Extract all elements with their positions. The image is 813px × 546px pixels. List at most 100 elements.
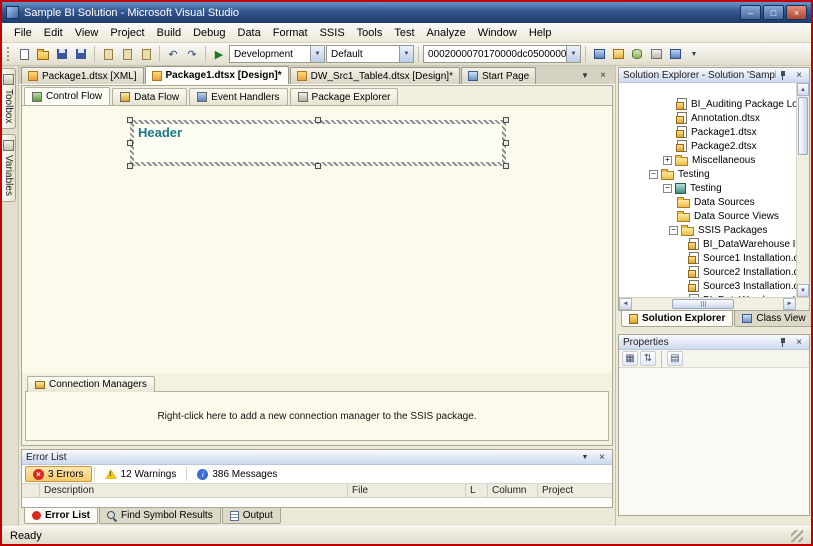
connection-managers-panel[interactable]: Right-click here to add a new connection… [25, 391, 609, 441]
tab-output[interactable]: Output [222, 508, 281, 524]
menu-data[interactable]: Data [232, 25, 267, 41]
pin-icon[interactable] [776, 69, 788, 81]
warnings-filter-button[interactable]: 12 Warnings [97, 466, 185, 482]
horizontal-scroll-thumb[interactable] [672, 299, 734, 309]
tree-item-data-source-views[interactable]: Data Source Views [619, 209, 796, 223]
resize-handle-n[interactable] [315, 117, 321, 123]
toolbox-tab[interactable]: Toolbox [2, 68, 16, 129]
start-debugging-button[interactable]: ▶ [210, 45, 228, 63]
menu-help[interactable]: Help [523, 25, 558, 41]
toolbar-options-button[interactable]: ▼ [685, 45, 703, 63]
severity-column-header[interactable] [22, 484, 40, 497]
tree-item-package1-dtsx[interactable]: Package1.dtsx [619, 125, 796, 139]
tree-item-source3-installation[interactable]: Source3 Installation.dts [619, 279, 796, 293]
copy-button[interactable] [118, 45, 136, 63]
paste-button[interactable] [137, 45, 155, 63]
toolbar-button-4[interactable] [647, 45, 665, 63]
doc-tab-dw-src1-table4[interactable]: DW_Src1_Table4.dtsx [Design]* [290, 67, 460, 84]
horizontal-scroll-track[interactable] [632, 298, 783, 310]
expander-collapsed-icon[interactable] [663, 156, 672, 165]
configuration-combo[interactable]: Development ▼ [229, 45, 325, 63]
alphabetical-button[interactable]: ⇅ [640, 351, 656, 366]
close-button[interactable]: × [786, 5, 807, 20]
scroll-track[interactable] [797, 156, 809, 284]
tab-find-symbol-results[interactable]: Find Symbol Results [99, 508, 221, 524]
properties-titlebar[interactable]: Properties × [619, 335, 809, 350]
scroll-left-icon[interactable]: ◄ [619, 298, 632, 310]
toolbar-button-1[interactable] [590, 45, 608, 63]
chevron-down-icon[interactable]: ▼ [566, 46, 580, 62]
toolbar-button-5[interactable] [666, 45, 684, 63]
tree-item-annotation-dtsx[interactable]: Annotation.dtsx [619, 111, 796, 125]
package-id-combo[interactable]: 0002000070170000dc050000030 ▼ [423, 45, 581, 63]
solution-explorer-titlebar[interactable]: Solution Explorer - Solution 'Sampl... × [619, 68, 809, 83]
tree-item-source1-installation[interactable]: Source1 Installation.dts [619, 251, 796, 265]
cut-button[interactable] [99, 45, 117, 63]
column-column-header[interactable]: Column [488, 484, 538, 497]
resize-grip[interactable] [791, 530, 803, 542]
categorized-button[interactable]: ▦ [622, 351, 638, 366]
tree-item-data-sources[interactable]: Data Sources [619, 195, 796, 209]
doc-tab-package1-design[interactable]: Package1.dtsx [Design]* [145, 66, 289, 84]
line-column-header[interactable]: L [466, 484, 488, 497]
menu-view[interactable]: View [69, 25, 105, 41]
open-file-button[interactable] [34, 45, 52, 63]
menu-window[interactable]: Window [472, 25, 523, 41]
menu-analyze[interactable]: Analyze [421, 25, 472, 41]
error-list-body[interactable] [22, 498, 612, 507]
menu-debug[interactable]: Debug [187, 25, 231, 41]
header-annotation[interactable]: Header [130, 120, 506, 166]
menu-test[interactable]: Test [388, 25, 420, 41]
minimize-button[interactable]: – [740, 5, 761, 20]
chevron-down-icon[interactable]: ▼ [310, 46, 324, 62]
tree-item-bi-datawarehouse-insta[interactable]: BI_DataWarehouse Insta [619, 237, 796, 251]
resize-handle-nw[interactable] [127, 117, 133, 123]
toolbar-grip[interactable] [7, 47, 10, 61]
close-icon[interactable]: × [596, 451, 608, 463]
description-column-header[interactable]: Description [40, 484, 348, 497]
save-button[interactable] [53, 45, 71, 63]
undo-button[interactable]: ↶ [164, 45, 182, 63]
resize-handle-ne[interactable] [503, 117, 509, 123]
tree-item-miscellaneous[interactable]: Miscellaneous [619, 153, 796, 167]
annotation-body[interactable]: Header [134, 124, 502, 162]
file-column-header[interactable]: File [348, 484, 466, 497]
tree-item-testing-folder[interactable]: Testing [619, 167, 796, 181]
tab-error-list[interactable]: Error List [24, 508, 98, 524]
pin-icon[interactable] [776, 336, 788, 348]
connection-managers-tab[interactable]: Connection Managers [27, 376, 155, 392]
project-column-header[interactable]: Project [538, 484, 612, 497]
tab-class-view[interactable]: Class View [734, 311, 813, 327]
resize-handle-e[interactable] [503, 140, 509, 146]
menu-format[interactable]: Format [267, 25, 314, 41]
redo-button[interactable]: ↷ [183, 45, 201, 63]
toolbar-button-3[interactable] [628, 45, 646, 63]
menu-ssis[interactable]: SSIS [314, 25, 351, 41]
tree-item-bi-auditing-package[interactable]: BI_Auditing Package Lo [619, 97, 796, 111]
resize-handle-sw[interactable] [127, 163, 133, 169]
new-project-button[interactable] [15, 45, 33, 63]
tab-event-handlers[interactable]: Event Handlers [189, 88, 287, 105]
messages-filter-button[interactable]: 386 Messages [189, 466, 285, 482]
error-list-titlebar[interactable]: Error List ▼ × [22, 450, 612, 465]
menu-edit[interactable]: Edit [38, 25, 69, 41]
expander-expanded-icon[interactable] [669, 226, 678, 235]
resize-handle-w[interactable] [127, 140, 133, 146]
tab-control-flow[interactable]: Control Flow [24, 87, 110, 105]
menu-file[interactable]: File [8, 25, 38, 41]
doc-tab-package1-xml[interactable]: Package1.dtsx [XML] [21, 67, 144, 84]
expander-expanded-icon[interactable] [663, 184, 672, 193]
tree-item-package2-dtsx[interactable]: Package2.dtsx [619, 139, 796, 153]
menu-build[interactable]: Build [151, 25, 187, 41]
expander-expanded-icon[interactable] [649, 170, 658, 179]
resize-handle-se[interactable] [503, 163, 509, 169]
variables-tab[interactable]: Variables [2, 134, 16, 202]
save-all-button[interactable] [72, 45, 90, 63]
vertical-scrollbar[interactable]: ▲ ▼ [796, 83, 809, 297]
property-pages-button[interactable]: ▤ [667, 351, 683, 366]
chevron-down-icon[interactable]: ▼ [399, 46, 413, 62]
tree-item-source2-installation[interactable]: Source2 Installation.dts [619, 265, 796, 279]
tab-solution-explorer[interactable]: Solution Explorer [621, 311, 733, 327]
tree-item-ssis-packages[interactable]: SSIS Packages [619, 223, 796, 237]
window-position-button[interactable]: ▼ [579, 451, 591, 463]
